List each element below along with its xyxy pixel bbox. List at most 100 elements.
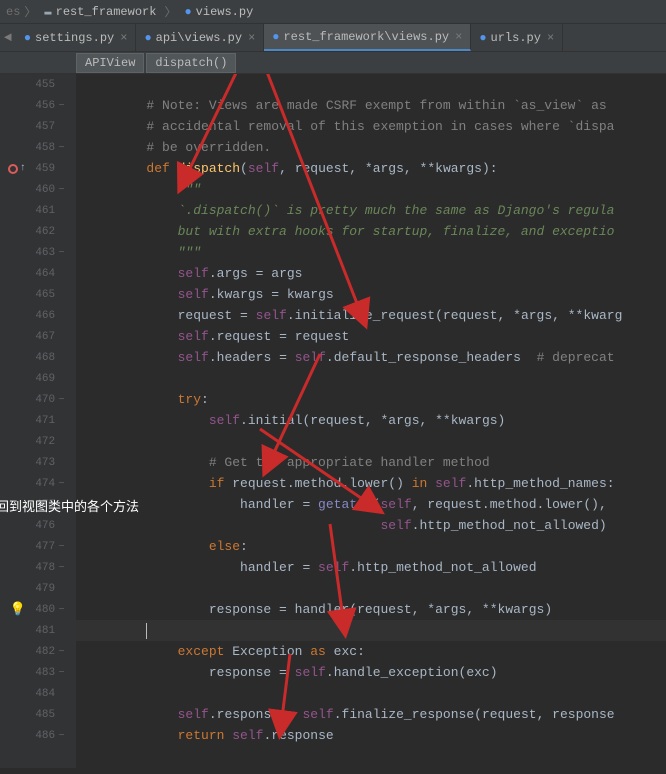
code-line[interactable]: but with extra hooks for startup, finali… (76, 221, 666, 242)
code-line[interactable]: """ (76, 242, 666, 263)
folder-icon: ▬ (44, 5, 51, 19)
line-number: 459 (26, 163, 55, 175)
code-line[interactable]: handler = self.http_method_not_allowed (76, 557, 666, 578)
breadcrumb-folder[interactable]: ▬ rest_framework (38, 3, 162, 21)
gutter-line[interactable]: 465 (0, 284, 76, 305)
gutter-line[interactable]: 485 (0, 704, 76, 725)
fold-icon[interactable]: − (59, 479, 65, 490)
code-line[interactable]: self.response = self.finalize_response(r… (76, 704, 666, 725)
code-line[interactable]: request = self.initialize_request(reques… (76, 305, 666, 326)
code-line[interactable] (76, 74, 666, 95)
fold-icon[interactable]: − (59, 605, 65, 616)
close-icon[interactable]: × (455, 30, 462, 44)
editor-tab[interactable]: ●settings.py× (16, 24, 137, 51)
code-line[interactable]: # Get the appropriate handler method (76, 452, 666, 473)
fold-icon[interactable]: − (59, 101, 65, 112)
close-icon[interactable]: × (547, 31, 554, 45)
gutter-line[interactable]: 464 (0, 263, 76, 284)
gutter-line[interactable]: 456− (0, 95, 76, 116)
gutter-line[interactable]: 482− (0, 641, 76, 662)
code-line[interactable]: response = self.handle_exception(exc) (76, 662, 666, 683)
gutter-line[interactable]: 455 (0, 74, 76, 95)
gutter-line[interactable]: 467 (0, 326, 76, 347)
line-number: 486 (26, 730, 55, 742)
code-line[interactable]: # Note: Views are made CSRF exempt from … (76, 95, 666, 116)
code-line[interactable]: try: (76, 389, 666, 410)
line-number: 476 (26, 520, 55, 532)
gutter-line[interactable]: 477− (0, 536, 76, 557)
gutter-line[interactable]: 458− (0, 137, 76, 158)
gutter-line[interactable]: 474− (0, 473, 76, 494)
line-number: 466 (26, 310, 55, 322)
breakpoint-icon[interactable] (8, 164, 18, 174)
gutter-line[interactable]: 471 (0, 410, 76, 431)
code-line[interactable] (76, 683, 666, 704)
fold-icon[interactable]: − (59, 185, 65, 196)
code-line[interactable]: self.http_method_not_allowed) (76, 515, 666, 536)
breadcrumb-file[interactable]: ● views.py (178, 3, 259, 21)
code-line[interactable] (76, 578, 666, 599)
code-line[interactable]: # accidental removal of this exemption i… (76, 116, 666, 137)
code-line[interactable]: response = handler(request, *args, **kwa… (76, 599, 666, 620)
gutter-line[interactable]: 470− (0, 389, 76, 410)
gutter-line[interactable]: 468 (0, 347, 76, 368)
fold-icon[interactable]: − (59, 248, 65, 259)
structure-item[interactable]: APIView (76, 53, 144, 73)
gutter-line[interactable]: 472 (0, 431, 76, 452)
gutter-line[interactable]: 462 (0, 221, 76, 242)
code-line[interactable] (76, 620, 666, 641)
code-line[interactable]: return self.response (76, 725, 666, 746)
tab-scroll-left-icon[interactable]: ◄ (0, 30, 16, 45)
code-line[interactable]: # be overridden. (76, 137, 666, 158)
code-line[interactable]: except Exception as exc: (76, 641, 666, 662)
code-line[interactable]: """ (76, 179, 666, 200)
fold-icon[interactable]: − (59, 668, 65, 679)
gutter-line[interactable]: 460− (0, 179, 76, 200)
code-area[interactable]: # Note: Views are made CSRF exempt from … (76, 74, 666, 768)
code-line[interactable] (76, 368, 666, 389)
gutter-line[interactable]: 478− (0, 557, 76, 578)
code-line[interactable]: handler = getattr(self, request.method.l… (76, 494, 666, 515)
line-number: 485 (26, 709, 55, 721)
code-line[interactable]: self.headers = self.default_response_hea… (76, 347, 666, 368)
gutter-line[interactable]: 💡480− (0, 599, 76, 620)
python-icon: ● (272, 30, 279, 44)
gutter-line[interactable]: 473 (0, 452, 76, 473)
gutter-line[interactable]: 483− (0, 662, 76, 683)
breadcrumb-bar: es 〉 ▬ rest_framework 〉 ● views.py (0, 0, 666, 24)
code-line[interactable]: self.initial(request, *args, **kwargs) (76, 410, 666, 431)
gutter-line[interactable]: 457 (0, 116, 76, 137)
fold-icon[interactable]: − (59, 647, 65, 658)
code-line[interactable]: if request.method.lower() in self.http_m… (76, 473, 666, 494)
gutter-line[interactable]: 461 (0, 200, 76, 221)
fold-icon[interactable]: − (59, 395, 65, 406)
gutter-line[interactable]: 463− (0, 242, 76, 263)
code-line[interactable]: `.dispatch()` is pretty much the same as… (76, 200, 666, 221)
gutter-line[interactable]: 476 (0, 515, 76, 536)
gutter-line[interactable]: 479 (0, 578, 76, 599)
fold-icon[interactable]: − (59, 542, 65, 553)
code-line[interactable]: else: (76, 536, 666, 557)
editor-tab[interactable]: ●api\views.py× (136, 24, 264, 51)
lightbulb-icon[interactable]: 💡 (10, 602, 26, 617)
editor-tab[interactable]: ●rest_framework\views.py× (264, 24, 471, 51)
code-line[interactable]: self.request = request (76, 326, 666, 347)
editor-tab[interactable]: ●urls.py× (471, 24, 563, 51)
gutter-line[interactable]: 486− (0, 725, 76, 746)
code-line[interactable] (76, 431, 666, 452)
gutter-line[interactable]: 466 (0, 305, 76, 326)
fold-icon[interactable]: − (59, 731, 65, 742)
fold-icon[interactable]: − (59, 563, 65, 574)
gutter-line[interactable]: 469 (0, 368, 76, 389)
fold-icon[interactable]: − (59, 143, 65, 154)
close-icon[interactable]: × (120, 31, 127, 45)
structure-item[interactable]: dispatch() (146, 53, 236, 73)
code-line[interactable]: def dispatch(self, request, *args, **kwa… (76, 158, 666, 179)
code-line[interactable]: self.kwargs = kwargs (76, 284, 666, 305)
close-icon[interactable]: × (248, 31, 255, 45)
gutter-line[interactable]: ↑459 (0, 158, 76, 179)
gutter-line[interactable]: 481 (0, 620, 76, 641)
line-number: 469 (26, 373, 55, 385)
code-line[interactable]: self.args = args (76, 263, 666, 284)
gutter-line[interactable]: 484 (0, 683, 76, 704)
